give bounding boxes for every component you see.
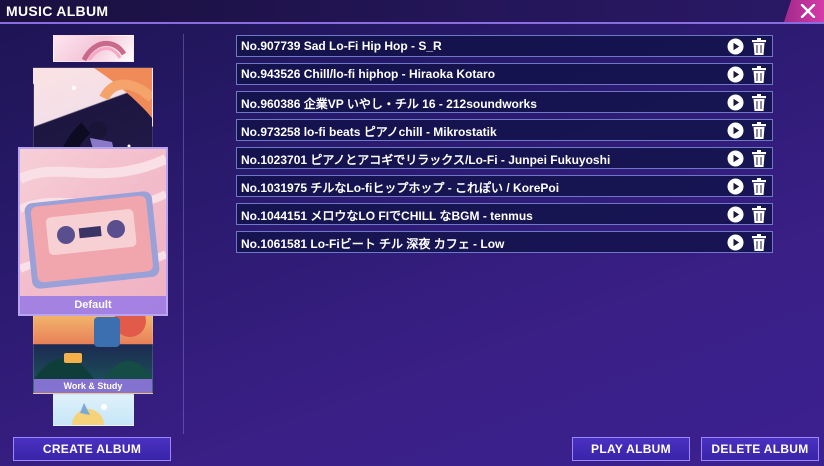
- trash-icon: [751, 122, 766, 139]
- song-title: No.1023701 ピアノとアコギでリラックス/Lo-Fi - Junpei …: [241, 153, 611, 167]
- play-icon: [727, 122, 744, 139]
- delete-song-button[interactable]: [750, 66, 767, 83]
- play-song-button[interactable]: [727, 38, 744, 55]
- play-song-button[interactable]: [727, 234, 744, 251]
- album-cover-1[interactable]: [53, 35, 134, 62]
- song-row[interactable]: No.960386 企業VP いやし・チル 16 - 212soundworks: [236, 91, 773, 113]
- delete-song-button[interactable]: [750, 122, 767, 139]
- play-icon: [727, 178, 744, 195]
- window-title: MUSIC ALBUM: [6, 3, 109, 19]
- song-title: No.973258 lo-fi beats ピアノchill - Mikrost…: [241, 125, 497, 139]
- delete-song-button[interactable]: [750, 206, 767, 223]
- album-carousel[interactable]: Work & Study Default: [0, 24, 180, 434]
- song-row[interactable]: No.1023701 ピアノとアコギでリラックス/Lo-Fi - Junpei …: [236, 147, 773, 169]
- play-song-button[interactable]: [727, 206, 744, 223]
- delete-song-button[interactable]: [750, 94, 767, 111]
- album-cover-default[interactable]: Default: [18, 147, 168, 316]
- play-song-button[interactable]: [727, 122, 744, 139]
- song-row[interactable]: No.1044151 メロウなLO FIでCHILL なBGM - tenmus: [236, 203, 773, 225]
- song-title: No.960386 企業VP いやし・チル 16 - 212soundworks: [241, 97, 537, 111]
- trash-icon: [751, 206, 766, 223]
- song-row[interactable]: No.1061581 Lo-Fiビート チル 深夜 カフェ - Low: [236, 231, 773, 253]
- close-icon: [800, 4, 816, 18]
- album-label: Default: [20, 296, 166, 314]
- cover-art: [72, 403, 107, 425]
- delete-song-button[interactable]: [750, 178, 767, 195]
- play-song-button[interactable]: [727, 66, 744, 83]
- play-song-button[interactable]: [727, 178, 744, 195]
- song-row[interactable]: No.907739 Sad Lo-Fi Hip Hop - S_R: [236, 35, 773, 57]
- play-icon: [727, 94, 744, 111]
- play-song-button[interactable]: [727, 150, 744, 167]
- play-icon: [727, 150, 744, 167]
- trash-icon: [751, 38, 766, 55]
- create-album-button[interactable]: CREATE ALBUM: [13, 437, 171, 461]
- cover-art: [81, 41, 127, 61]
- play-icon: [727, 66, 744, 83]
- play-album-button[interactable]: PLAY ALBUM: [572, 437, 690, 461]
- trash-icon: [751, 150, 766, 167]
- song-row[interactable]: No.943526 Chill/lo-fi hiphop - Hiraoka K…: [236, 63, 773, 85]
- album-cover-5[interactable]: [53, 394, 134, 426]
- song-list: No.907739 Sad Lo-Fi Hip Hop - S_R No.943…: [236, 35, 773, 259]
- cassette-art: [20, 154, 166, 289]
- delete-song-button[interactable]: [750, 234, 767, 251]
- song-title: No.1061581 Lo-Fiビート チル 深夜 カフェ - Low: [241, 237, 505, 251]
- play-icon: [727, 206, 744, 223]
- song-title: No.907739 Sad Lo-Fi Hip Hop - S_R: [241, 39, 442, 53]
- song-row[interactable]: No.973258 lo-fi beats ピアノchill - Mikrost…: [236, 119, 773, 141]
- album-label: Work & Study: [34, 379, 152, 393]
- delete-album-button[interactable]: DELETE ALBUM: [701, 437, 819, 461]
- song-title: No.943526 Chill/lo-fi hiphop - Hiraoka K…: [241, 67, 496, 81]
- trash-icon: [751, 178, 766, 195]
- play-song-button[interactable]: [727, 94, 744, 111]
- album-cover-work-study[interactable]: Work & Study: [33, 310, 153, 394]
- trash-icon: [751, 94, 766, 111]
- title-bar: MUSIC ALBUM: [0, 0, 824, 24]
- cover-art: [34, 311, 152, 379]
- song-title: No.1044151 メロウなLO FIでCHILL なBGM - tenmus: [241, 209, 533, 223]
- play-icon: [727, 38, 744, 55]
- delete-song-button[interactable]: [750, 38, 767, 55]
- trash-icon: [751, 66, 766, 83]
- delete-song-button[interactable]: [750, 150, 767, 167]
- trash-icon: [751, 234, 766, 251]
- panel-divider: [183, 34, 184, 434]
- close-button[interactable]: [784, 0, 824, 22]
- song-row[interactable]: No.1031975 チルなLo-fiヒップホップ - これぽい / KoreP…: [236, 175, 773, 197]
- song-title: No.1031975 チルなLo-fiヒップホップ - これぽい / KoreP…: [241, 181, 560, 195]
- play-icon: [727, 234, 744, 251]
